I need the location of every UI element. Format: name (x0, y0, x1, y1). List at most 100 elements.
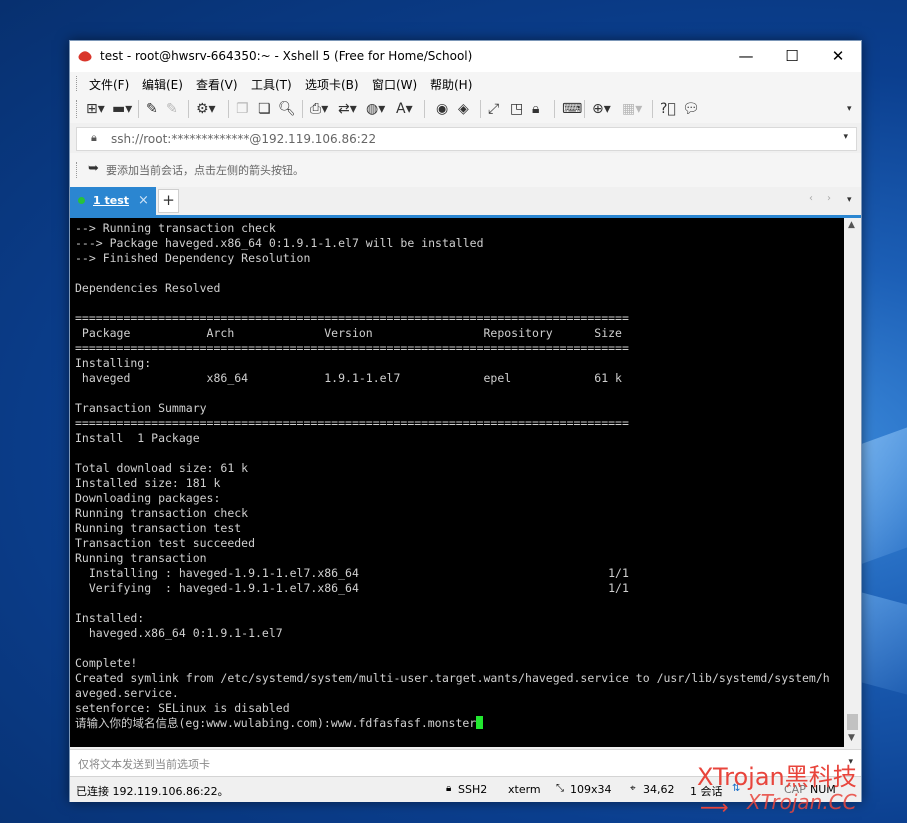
cursor-position-status: 34,62 (643, 783, 675, 796)
lock-icon: 🔒︎ (91, 131, 97, 144)
toolbar: ⊞▾ ▬▾ ✎ ✎ ⚙▾ ❐ ❏ 🔍︎ ⎙▾ ⇄▾ ◍▾ A▾ ◉ ◈ ⤢ ◳ … (70, 95, 861, 123)
address-bar[interactable]: 🔒︎ ssh://root:*************@192.119.106.… (76, 127, 857, 151)
watermark-arrow-icon: ⟶ (700, 795, 729, 819)
terminal-line: Total download size: 61 k (75, 461, 249, 475)
watermark-brand: XTrojan黑科技 (697, 763, 857, 791)
terminal-line: Running transaction (75, 551, 207, 565)
tab-scroll-right-icon[interactable]: › (827, 193, 831, 204)
address-dropdown-icon[interactable]: ▾ (843, 132, 848, 142)
infobar-grip[interactable] (76, 162, 79, 178)
terminal-line: ---> Package haveged.x86_64 0:1.9.1-1.el… (75, 236, 484, 250)
connected-status-icon (78, 197, 85, 204)
find-icon[interactable]: 🔍︎ (278, 100, 296, 118)
lock-icon[interactable]: 🔒︎ (532, 100, 539, 118)
terminal-line: Dependencies Resolved (75, 281, 221, 295)
globe-icon[interactable]: ◍▾ (366, 100, 385, 118)
minimize-button[interactable]: — (723, 41, 769, 72)
maximize-button[interactable]: ☐ (769, 41, 815, 72)
reconnect-icon[interactable]: ✎ (146, 100, 158, 118)
compose-placeholder: 仅将文本发送到当前选项卡 (78, 758, 210, 771)
scroll-down-icon[interactable]: ▼ (848, 733, 855, 743)
menu-window[interactable]: 窗口(W) (372, 76, 417, 93)
terminal-cursor (476, 716, 484, 729)
terminal-line: ========================================… (75, 416, 629, 430)
copy-icon: ❐ (236, 101, 249, 117)
terminal-area[interactable]: --> Running transaction check ---> Packa… (70, 218, 844, 747)
terminal-line: ========================================… (75, 311, 629, 325)
chat-icon[interactable]: 💬︎ (682, 100, 700, 118)
paste-icon[interactable]: ❏ (258, 100, 271, 118)
terminal-line: Complete! (75, 656, 138, 670)
tab-scroll-left-icon[interactable]: ‹ (809, 193, 813, 204)
cursor-pos-icon: ⌖ (630, 783, 636, 794)
open-folder-icon[interactable]: ▬▾ (112, 100, 132, 118)
terminal-size-status: 109x34 (570, 783, 612, 796)
terminal-line: --> Finished Dependency Resolution (75, 251, 311, 265)
tab-label: 1 test (93, 194, 130, 207)
terminal-line: Install 1 Package (75, 431, 200, 445)
menu-help[interactable]: 帮助(H) (430, 76, 472, 93)
wallpaper-light-beam (860, 591, 907, 699)
terminal-line: haveged.x86_64 0:1.9.1-1.el7 (88, 626, 283, 640)
terminal-line: Transaction Summary (75, 401, 207, 415)
keyboard-icon[interactable]: ⌨ (562, 100, 582, 118)
terminal-line: --> Running transaction check (75, 221, 276, 235)
title-bar[interactable]: test - root@hwsrv-664350:~ - Xshell 5 (F… (70, 41, 861, 72)
xshell-logo-icon (78, 51, 92, 62)
add-session-arrow-icon[interactable]: ➥ (88, 161, 99, 176)
transfer-icon[interactable]: ⇄▾ (338, 100, 357, 118)
scrollbar-thumb[interactable] (847, 714, 858, 730)
terminal-line: Created symlink from /etc/systemd/system… (75, 671, 830, 685)
connection-status: 已连接 192.119.106.86:22。 (76, 785, 229, 798)
terminal-line: Package Arch Version Repository Size (81, 326, 622, 340)
add-icon[interactable]: ⊕▾ (592, 100, 611, 118)
terminal-line: Verifying : haveged-1.9.1-1.el7.x86_64 1… (88, 581, 629, 595)
tab-close-icon[interactable]: × (138, 193, 149, 208)
size-icon: ⤡ (556, 783, 564, 794)
toolbar-overflow-icon[interactable]: ▾ (847, 100, 852, 118)
terminal-scrollbar[interactable]: ▲ ▼ (844, 218, 861, 747)
terminal-output: --> Running transaction check ---> Packa… (75, 221, 830, 731)
new-tab-button[interactable]: + (158, 189, 179, 213)
toolbar-grip[interactable] (76, 100, 79, 118)
tab-list-dropdown-icon[interactable]: ▾ (847, 195, 852, 205)
info-text: 要添加当前会话，点击左侧的箭头按钮。 (106, 164, 304, 177)
terminal-line: aveged.service. (75, 686, 179, 700)
tab-test[interactable]: 1 test × (70, 187, 156, 215)
close-button[interactable]: ✕ (815, 41, 861, 72)
layout-icon: ▦▾ (622, 101, 643, 117)
menu-tools[interactable]: 工具(T) (251, 76, 292, 93)
transparent-icon[interactable]: ◳ (510, 100, 523, 118)
terminal-lines: --> Running transaction check ---> Packa… (75, 221, 830, 715)
fullscreen-icon[interactable]: ⤢ (488, 100, 499, 118)
terminal-line: Installing: (75, 356, 152, 370)
terminal-line: Installed size: 181 k (75, 476, 221, 490)
menubar-grip[interactable] (76, 76, 79, 91)
terminal-line: Installing : haveged-1.9.1-1.el7.x86_64 … (88, 566, 629, 580)
menu-view[interactable]: 查看(V) (196, 76, 238, 93)
terminal-line: Installed: (75, 611, 145, 625)
font-icon[interactable]: A▾ (396, 100, 413, 118)
window-title: test - root@hwsrv-664350:~ - Xshell 5 (F… (100, 49, 473, 63)
terminal-line: ========================================… (75, 341, 629, 355)
xmanager-icon[interactable]: ◈ (458, 100, 469, 118)
tab-bar: 1 test × + ‹ › ▾ (70, 187, 861, 218)
new-session-icon[interactable]: ⊞▾ (86, 100, 105, 118)
menu-file[interactable]: 文件(F) (89, 76, 129, 93)
help-icon[interactable]: ?⃝ (660, 100, 676, 118)
menu-tabs[interactable]: 选项卡(B) (305, 76, 359, 93)
terminal-line: Transaction test succeeded (75, 536, 256, 550)
properties-icon[interactable]: ⚙▾ (196, 100, 216, 118)
menu-edit[interactable]: 编辑(E) (142, 76, 183, 93)
terminal-line: Running transaction test (75, 521, 242, 535)
scroll-up-icon[interactable]: ▲ (848, 220, 855, 230)
terminal-type-status: xterm (508, 783, 541, 796)
xftp-icon[interactable]: ◉ (436, 100, 448, 118)
terminal-line: setenforce: SELinux is disabled (75, 701, 290, 715)
terminal-line: haveged x86_64 1.9.1-1.el7 epel 61 k (81, 371, 622, 385)
watermark-url: XTrojan.CC (747, 790, 857, 814)
xshell-window: test - root@hwsrv-664350:~ - Xshell 5 (F… (69, 40, 862, 802)
lock-icon: 🔒︎ (446, 783, 452, 794)
terminal-prompt-line: 请输入你的域名信息(eg:www.wulabing.com):www.fdfas… (75, 716, 477, 730)
print-icon[interactable]: ⎙▾ (310, 100, 328, 118)
